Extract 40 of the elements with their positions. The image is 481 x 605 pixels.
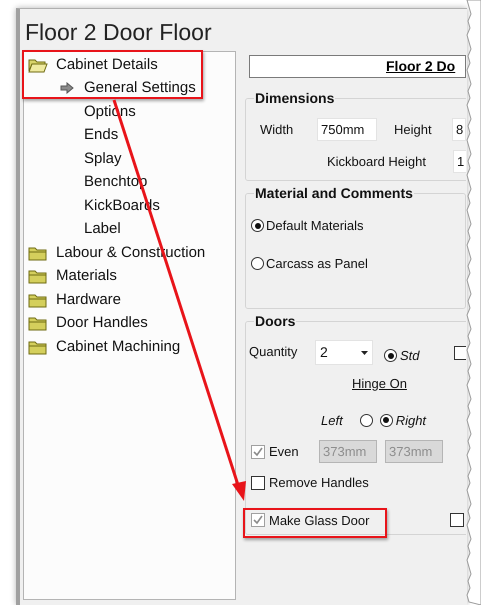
field-label: Quantity: [249, 343, 298, 361]
header-field: Floor 2 Do: [249, 55, 466, 78]
tree-item[interactable]: Materials: [56, 265, 117, 288]
option-label: Carcass as Panel: [266, 254, 368, 272]
option-label: Left: [321, 412, 343, 430]
group-title: Material and Comments: [254, 184, 414, 203]
tree-item[interactable]: Door Handles: [56, 312, 148, 334]
field-label: Width: [260, 120, 294, 139]
radio-button[interactable]: [251, 256, 264, 270]
checkbox-label: Make Glass Door: [269, 512, 370, 530]
tree-item[interactable]: Hardware: [56, 288, 122, 311]
caret-icon: [361, 350, 368, 354]
input-field[interactable]: 1: [453, 150, 466, 173]
option-label: Right: [396, 412, 426, 430]
radio-button[interactable]: [380, 414, 393, 427]
radio-button[interactable]: [360, 414, 373, 427]
checkbox-label: Remove Handles: [269, 474, 369, 492]
tree-item[interactable]: Label: [84, 218, 121, 240]
field-label: Kickboard Height: [327, 152, 427, 171]
option-label: Std: [400, 347, 420, 365]
group-title: Dimensions: [254, 89, 336, 108]
checkbox-label: Even: [269, 442, 300, 461]
window-title: Floor 2 Door Floor: [25, 18, 213, 47]
checkbox[interactable]: [251, 476, 265, 490]
tree-item[interactable]: Splay: [84, 148, 122, 170]
tree-item[interactable]: Cabinet Machining: [56, 336, 180, 358]
tree-item[interactable]: Cabinet Details: [56, 54, 158, 76]
field-label: Height: [394, 120, 433, 139]
input-field[interactable]: 8: [452, 118, 466, 141]
checkbox[interactable]: [450, 513, 464, 528]
input-field[interactable]: 750mm: [317, 118, 377, 141]
tree-item[interactable]: General Settings: [84, 77, 196, 100]
radio-button[interactable]: [384, 349, 397, 362]
group-title: Doors: [254, 312, 296, 331]
tree-item[interactable]: Ends: [84, 124, 118, 146]
radio-button[interactable]: [251, 219, 264, 232]
section-label: Hinge On: [352, 375, 407, 393]
option-label: Default Materials: [266, 217, 364, 235]
dropdown[interactable]: 2: [315, 340, 373, 365]
checkbox[interactable]: [454, 346, 466, 360]
